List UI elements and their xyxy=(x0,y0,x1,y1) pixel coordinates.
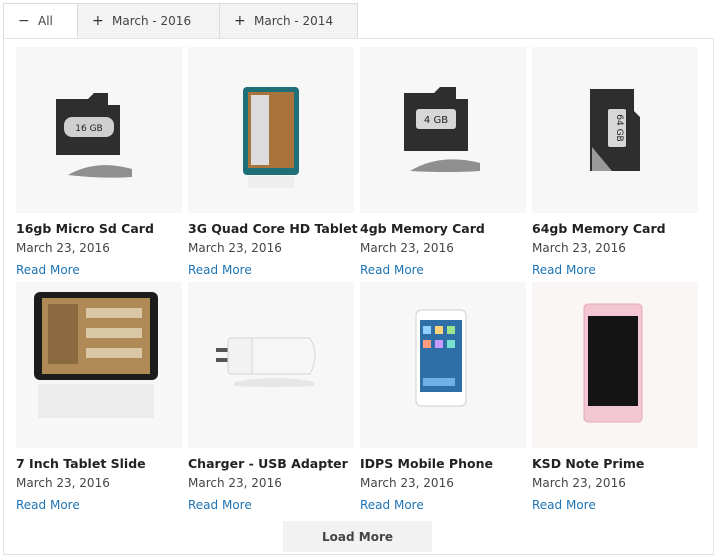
load-more-button[interactable]: Load More xyxy=(283,521,432,552)
product-date: March 23, 2016 xyxy=(360,241,454,255)
product-card: 3G Quad Core HD Tablet March 23, 2016 Re… xyxy=(188,47,358,278)
product-date: March 23, 2016 xyxy=(532,241,626,255)
tablet-icon xyxy=(34,292,158,418)
product-date: March 23, 2016 xyxy=(16,476,110,490)
product-title[interactable]: Charger - USB Adapter xyxy=(188,456,354,474)
product-title[interactable]: 3G Quad Core HD Tablet xyxy=(188,221,358,239)
product-date: March 23, 2016 xyxy=(188,476,282,490)
product-card: KSD Note Prime March 23, 2016 Read More xyxy=(532,282,698,513)
product-image[interactable]: 4 GB xyxy=(360,47,526,213)
svg-text:4 GB: 4 GB xyxy=(424,115,448,126)
read-more-link[interactable]: Read More xyxy=(532,498,596,512)
collapse-icon: − xyxy=(18,13,30,29)
product-title[interactable]: 64gb Memory Card xyxy=(532,221,698,239)
read-more-link[interactable]: Read More xyxy=(16,498,80,512)
smartphone-icon xyxy=(415,309,467,407)
product-image[interactable]: 16 GB xyxy=(16,47,182,213)
product-title[interactable]: 7 Inch Tablet Slide xyxy=(16,456,182,474)
read-more-link[interactable]: Read More xyxy=(188,263,252,277)
product-panel: 16 GB 16gb Micro Sd Card March 23, 2016 … xyxy=(3,38,714,555)
product-date: March 23, 2016 xyxy=(16,241,110,255)
tab-label: March - 2014 xyxy=(254,14,334,28)
micro-sd-card-icon: 4 GB xyxy=(404,87,480,172)
product-image[interactable]: 64 GB xyxy=(532,47,698,213)
tab-label: March - 2016 xyxy=(112,14,192,28)
read-more-link[interactable]: Read More xyxy=(360,498,424,512)
micro-sd-card-icon: 16 GB xyxy=(56,93,132,178)
product-image[interactable] xyxy=(16,282,182,448)
read-more-link[interactable]: Read More xyxy=(532,263,596,277)
product-image[interactable] xyxy=(188,47,354,213)
read-more-link[interactable]: Read More xyxy=(360,263,424,277)
expand-icon: + xyxy=(92,13,104,29)
tab-march-2014[interactable]: + March - 2014 xyxy=(220,3,358,39)
filter-tabs: − All + March - 2016 + March - 2014 xyxy=(3,3,358,39)
product-image[interactable] xyxy=(532,282,698,448)
product-title[interactable]: KSD Note Prime xyxy=(532,456,698,474)
product-date: March 23, 2016 xyxy=(360,476,454,490)
charger-icon xyxy=(216,337,316,387)
product-card: Charger - USB Adapter March 23, 2016 Rea… xyxy=(188,282,354,513)
product-image[interactable] xyxy=(360,282,526,448)
micro-sd-card-icon: 64 GB xyxy=(590,89,640,171)
product-date: March 23, 2016 xyxy=(188,241,282,255)
product-card: 64 GB 64gb Memory Card March 23, 2016 Re… xyxy=(532,47,698,278)
product-image[interactable] xyxy=(188,282,354,448)
product-title[interactable]: IDPS Mobile Phone xyxy=(360,456,526,474)
product-card: 7 Inch Tablet Slide March 23, 2016 Read … xyxy=(16,282,182,513)
svg-text:16 GB: 16 GB xyxy=(75,124,102,134)
product-title[interactable]: 4gb Memory Card xyxy=(360,221,526,239)
product-title[interactable]: 16gb Micro Sd Card xyxy=(16,221,182,239)
tablet-icon xyxy=(243,87,299,188)
tab-label: All xyxy=(38,14,53,28)
tab-all[interactable]: − All xyxy=(3,3,78,39)
product-card: 4 GB 4gb Memory Card March 23, 2016 Read… xyxy=(360,47,526,278)
svg-text:64 GB: 64 GB xyxy=(614,114,624,141)
read-more-link[interactable]: Read More xyxy=(188,498,252,512)
product-card: 16 GB 16gb Micro Sd Card March 23, 2016 … xyxy=(16,47,182,278)
smartphone-icon xyxy=(583,303,643,423)
tab-march-2016[interactable]: + March - 2016 xyxy=(78,3,220,39)
expand-icon: + xyxy=(234,13,246,29)
product-card: IDPS Mobile Phone March 23, 2016 Read Mo… xyxy=(360,282,526,513)
product-date: March 23, 2016 xyxy=(532,476,626,490)
read-more-link[interactable]: Read More xyxy=(16,263,80,277)
